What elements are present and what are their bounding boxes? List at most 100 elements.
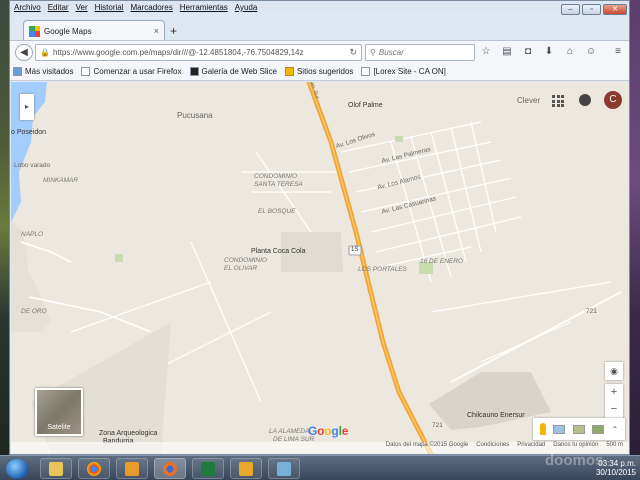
minimize-button[interactable]: – (561, 4, 580, 15)
download-icon[interactable]: ⬇ (543, 45, 555, 59)
tab-title: Google Maps (44, 26, 92, 36)
firefox-window: Archivo Editar Ver Historial Marcadores … (9, 0, 630, 455)
logo-letter: g (331, 424, 339, 438)
map-label-de-oro: DE ORO (21, 308, 47, 315)
map-data-attribution: Datos del mapa ©2015 Google (385, 442, 469, 448)
imagery-thumb-2[interactable] (572, 424, 585, 434)
bookmark-label: [Lorex Site - CA ON] (373, 67, 446, 76)
chat-icon[interactable]: ☺ (585, 45, 597, 59)
bing-icon (284, 67, 294, 76)
bookmark-web-slice[interactable]: Galería de Web Slice (189, 67, 277, 76)
menu-historial[interactable]: Historial (95, 3, 124, 12)
page-icon (81, 67, 91, 76)
bookmark-label: Comenzar a usar Firefox (93, 67, 182, 76)
privacy-link[interactable]: Privacidad (517, 442, 545, 454)
taskbar-chrome[interactable] (78, 458, 110, 479)
zoom-in-button[interactable]: + (605, 384, 623, 401)
taskbar-paint[interactable] (268, 458, 300, 479)
pegman-icon[interactable] (539, 423, 546, 435)
menu-archivo[interactable]: Archivo (14, 3, 41, 12)
imagery-thumb-3[interactable] (592, 424, 605, 434)
coast-land (11, 222, 51, 332)
pocket-icon[interactable]: ◘ (522, 45, 534, 59)
apps-grid-icon[interactable] (552, 95, 564, 107)
taskbar-explorer[interactable] (40, 458, 72, 479)
map-label-condominio-st-1: CONDOMINIO (254, 173, 297, 180)
bookmark-lorex[interactable]: [Lorex Site - CA ON] (361, 67, 446, 76)
bookmark-label: Más visitados (25, 67, 74, 76)
map-label-la-alameda: LA ALAMEDA (269, 428, 310, 435)
map-canvas[interactable]: ▸ Clever C Pucusana Olof Palme o Poseido… (11, 82, 629, 454)
sidebar-toggle-button[interactable]: ▸ (20, 94, 34, 120)
watermark-text: doomos (545, 452, 604, 469)
imagery-thumb-1[interactable] (553, 424, 566, 434)
taskbar-excel[interactable] (192, 458, 224, 479)
firefox-icon (163, 461, 177, 476)
paint-icon (277, 461, 291, 476)
bookmark-label: Sitios sugeridos (296, 67, 354, 76)
url-bar[interactable]: 🔒 https://www.google.com.pe/maps/dir///@… (35, 44, 362, 61)
reading-list-icon[interactable]: ▤ (501, 45, 513, 59)
secondary-road (20, 241, 72, 263)
outlook-icon (239, 461, 253, 476)
url-text[interactable]: https://www.google.com.pe/maps/dir///@-1… (53, 48, 346, 57)
logo-letter: G (308, 424, 318, 438)
taskbar-outlook[interactable] (230, 458, 262, 479)
expand-chevron-icon[interactable]: ⌃ (612, 425, 619, 434)
desktop-right-edge (630, 0, 640, 455)
menu-ayuda[interactable]: Ayuda (235, 3, 258, 12)
route-badge-label: 1S (351, 247, 359, 253)
map-label-planta-coca-cola: Planta Coca Cola (251, 248, 306, 255)
bookmark-label: Galería de Web Slice (201, 67, 277, 76)
windows-taskbar: 03:34 p.m. 30/10/2015 (0, 455, 640, 480)
bookmarks-toolbar: Más visitados Comenzar a usar Firefox Ga… (10, 63, 629, 81)
map-label-pucusana: Pucusana (177, 111, 213, 120)
map-label-16-de-enero: 16 DE ENERO (420, 258, 463, 265)
map-label-naplo: NAPLO (21, 231, 44, 238)
map-footer: Datos del mapa ©2015 Google Condiciones … (11, 442, 629, 454)
avatar[interactable]: C (604, 91, 622, 109)
tab-google-maps[interactable]: Google Maps × (23, 20, 165, 41)
home-icon[interactable]: ⌂ (564, 45, 576, 59)
web-slice-icon (189, 67, 199, 76)
taskbar-firefox[interactable] (154, 458, 186, 479)
scale-bar: 500 m (606, 442, 623, 448)
new-tab-button[interactable]: + (170, 24, 177, 38)
bookmark-sitios-sugeridos[interactable]: Sitios sugeridos (284, 67, 354, 76)
notifications-icon[interactable] (579, 94, 591, 106)
my-location-button[interactable]: ◉ (605, 362, 623, 380)
menu-ver[interactable]: Ver (76, 3, 88, 12)
bookmark-comenzar-firefox[interactable]: Comenzar a usar Firefox (81, 67, 182, 76)
menu-marcadores[interactable]: Marcadores (131, 3, 173, 12)
tab-close-icon[interactable]: × (154, 26, 159, 36)
lock-icon: 🔒 (40, 48, 50, 57)
search-input[interactable] (378, 48, 469, 57)
back-button[interactable]: ◀ (15, 44, 33, 61)
user-name[interactable]: Clever (517, 96, 540, 105)
start-button[interactable] (6, 459, 28, 479)
satellite-toggle-button[interactable]: Satelite (35, 388, 83, 436)
taskbar-media[interactable] (116, 458, 148, 479)
reload-icon[interactable]: ↻ (349, 47, 357, 58)
menu-editar[interactable]: Editar (48, 3, 69, 12)
tab-strip: Google Maps × + (10, 18, 629, 41)
search-icon: ⚲ (370, 48, 376, 57)
map-label-minkamar: MINKAMAR (43, 177, 79, 184)
close-window-button[interactable]: ✕ (603, 4, 627, 15)
toolbar-icons: ☆ ▤ ◘ ⬇ ⌂ ☺ ≡ (480, 45, 624, 59)
park-area (115, 254, 123, 262)
google-maps-favicon-icon (29, 25, 40, 37)
menu-herramientas[interactable]: Herramientas (180, 3, 228, 12)
excel-icon (201, 461, 215, 476)
terms-link[interactable]: Condiciones (476, 442, 509, 454)
bookmark-star-icon[interactable]: ☆ (480, 45, 492, 59)
hamburger-menu-icon[interactable]: ≡ (612, 45, 624, 59)
map-label-condominio-eo-1: CONDOMINIO (224, 257, 267, 264)
bookmark-mas-visitados[interactable]: Más visitados (13, 67, 73, 76)
zoom-controls: + − (605, 384, 623, 418)
zoom-out-button[interactable]: − (605, 401, 623, 418)
map-label-zona-arqueologica: Zona Arqueologica (99, 430, 158, 437)
maximize-button[interactable]: ▫ (582, 4, 601, 15)
search-bar[interactable]: ⚲ (365, 44, 475, 61)
media-player-icon (125, 461, 139, 476)
